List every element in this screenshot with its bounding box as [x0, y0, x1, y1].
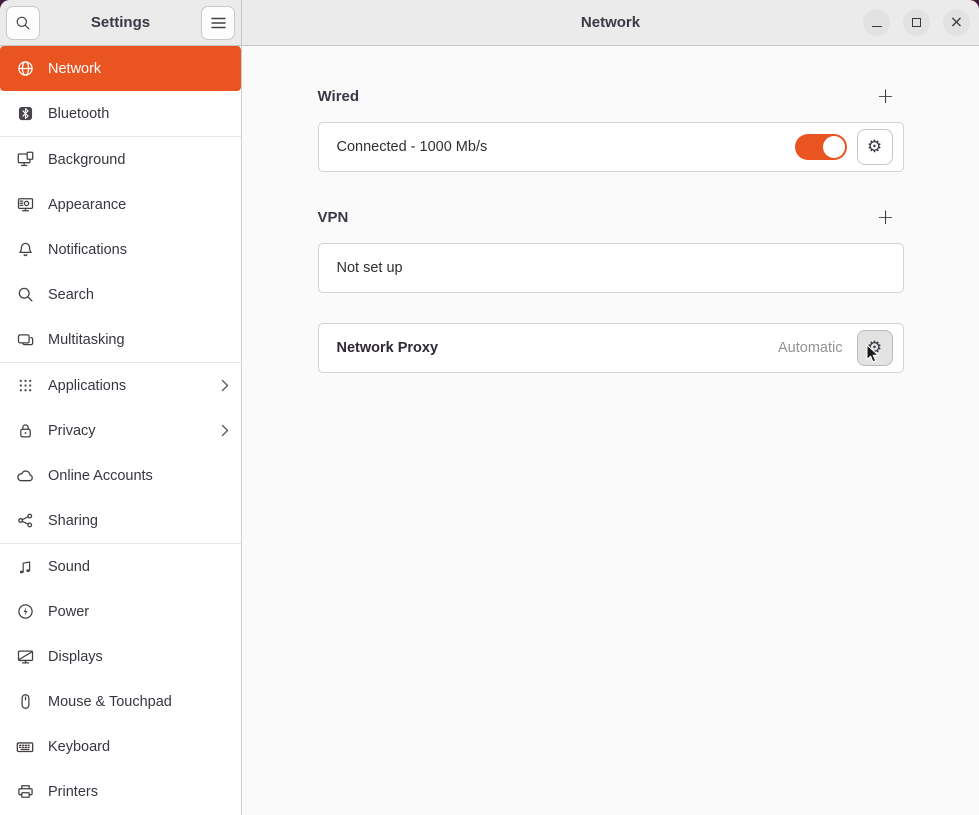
sidebar-item-online-accounts[interactable]: Online Accounts	[0, 453, 241, 498]
main-titlebar: Network ×	[242, 0, 979, 46]
close-icon: ×	[950, 14, 963, 30]
keyboard-icon	[16, 738, 34, 756]
sidebar-item-notifications[interactable]: Notifications	[0, 227, 241, 272]
display-icon	[16, 648, 34, 666]
sidebar-item-label: Mouse & Touchpad	[48, 694, 172, 710]
maximize-icon	[912, 18, 921, 27]
gear-icon: ⚙	[867, 340, 882, 357]
sidebar-item-mouse-touchpad[interactable]: Mouse & Touchpad	[0, 679, 241, 724]
gear-icon: ⚙	[867, 139, 882, 156]
printer-icon	[16, 783, 34, 801]
power-icon	[16, 603, 34, 621]
minimize-icon	[872, 26, 882, 27]
add-wired-connection-button[interactable]: +	[870, 80, 902, 112]
grid-icon	[16, 377, 34, 395]
vpn-section-title: VPN	[318, 209, 349, 226]
sidebar-item-multitasking[interactable]: Multitasking	[0, 317, 241, 362]
sidebar-item-power[interactable]: Power	[0, 589, 241, 634]
vpn-status-label: Not set up	[337, 260, 403, 276]
bell-icon	[16, 241, 34, 259]
music-note-icon	[16, 558, 34, 576]
minimize-button[interactable]	[863, 9, 890, 36]
sidebar-item-appearance[interactable]: Appearance	[0, 182, 241, 227]
wired-toggle[interactable]	[795, 134, 847, 160]
search-icon	[15, 15, 31, 31]
network-proxy-row[interactable]: Network Proxy Automatic ⚙	[318, 323, 904, 373]
network-panel: Wired + Connected - 1000 Mb/s ⚙ VPN +	[242, 46, 979, 815]
sidebar-item-search[interactable]: Search	[0, 272, 241, 317]
lock-icon	[16, 422, 34, 440]
sidebar-item-label: Search	[48, 287, 94, 303]
chevron-right-icon	[221, 379, 229, 392]
sidebar-titlebar: Settings	[0, 0, 242, 46]
network-proxy-label: Network Proxy	[337, 340, 439, 356]
windows-icon	[16, 331, 34, 349]
wired-options-button[interactable]: ⚙	[857, 129, 893, 165]
settings-window: Settings Network × Network	[0, 0, 979, 815]
titlebar: Settings Network ×	[0, 0, 979, 46]
wired-section: Wired + Connected - 1000 Mb/s ⚙	[318, 86, 904, 172]
sidebar-item-label: Appearance	[48, 197, 126, 213]
sidebar-item-label: Multitasking	[48, 332, 125, 348]
sidebar-item-label: Privacy	[48, 423, 96, 439]
sidebar-item-label: Online Accounts	[48, 468, 153, 484]
page-title: Network	[581, 14, 640, 31]
sidebar-item-label: Sharing	[48, 513, 98, 529]
sidebar-item-printers[interactable]: Printers	[0, 769, 241, 814]
maximize-button[interactable]	[903, 9, 930, 36]
sidebar-item-keyboard[interactable]: Keyboard	[0, 724, 241, 769]
globe-icon	[16, 60, 34, 78]
window-controls: ×	[863, 9, 970, 36]
cloud-icon	[16, 467, 34, 485]
toggle-knob	[823, 136, 845, 158]
sidebar-item-displays[interactable]: Displays	[0, 634, 241, 679]
sidebar-item-label: Sound	[48, 559, 90, 575]
add-vpn-button[interactable]: +	[870, 201, 902, 233]
sidebar-item-network[interactable]: Network	[0, 46, 241, 91]
bluetooth-icon	[16, 105, 34, 123]
proxy-options-button[interactable]: ⚙	[857, 330, 893, 366]
sidebar-item-sound[interactable]: Sound	[0, 544, 241, 589]
background-icon	[16, 151, 34, 169]
wired-status-label: Connected - 1000 Mb/s	[337, 139, 488, 155]
close-button[interactable]: ×	[943, 9, 970, 36]
hamburger-menu-icon	[211, 17, 226, 29]
app-title: Settings	[91, 14, 150, 31]
sidebar-item-sharing[interactable]: Sharing	[0, 498, 241, 543]
search-button[interactable]	[6, 6, 40, 40]
sidebar-item-label: Background	[48, 152, 125, 168]
proxy-mode-value: Automatic	[778, 340, 842, 356]
sidebar-item-label: Printers	[48, 784, 98, 800]
sidebar-item-label: Bluetooth	[48, 106, 109, 122]
sidebar-item-label: Power	[48, 604, 89, 620]
sidebar-item-label: Displays	[48, 649, 103, 665]
sidebar: Network Bluetooth Background Appeara	[0, 46, 242, 815]
search-icon	[16, 286, 34, 304]
sidebar-item-applications[interactable]: Applications	[0, 363, 241, 408]
wired-connection-row[interactable]: Connected - 1000 Mb/s ⚙	[318, 122, 904, 172]
wired-section-title: Wired	[318, 88, 360, 105]
mouse-icon	[16, 693, 34, 711]
sidebar-item-label: Notifications	[48, 242, 127, 258]
vpn-row: Not set up	[318, 243, 904, 293]
appearance-icon	[16, 196, 34, 214]
sidebar-item-label: Keyboard	[48, 739, 110, 755]
sidebar-item-bluetooth[interactable]: Bluetooth	[0, 91, 241, 136]
sidebar-item-label: Network	[48, 61, 101, 77]
share-icon	[16, 512, 34, 530]
primary-menu-button[interactable]	[201, 6, 235, 40]
sidebar-item-label: Applications	[48, 378, 126, 394]
vpn-section: VPN + Not set up	[318, 207, 904, 293]
chevron-right-icon	[221, 424, 229, 437]
sidebar-item-background[interactable]: Background	[0, 137, 241, 182]
sidebar-item-privacy[interactable]: Privacy	[0, 408, 241, 453]
